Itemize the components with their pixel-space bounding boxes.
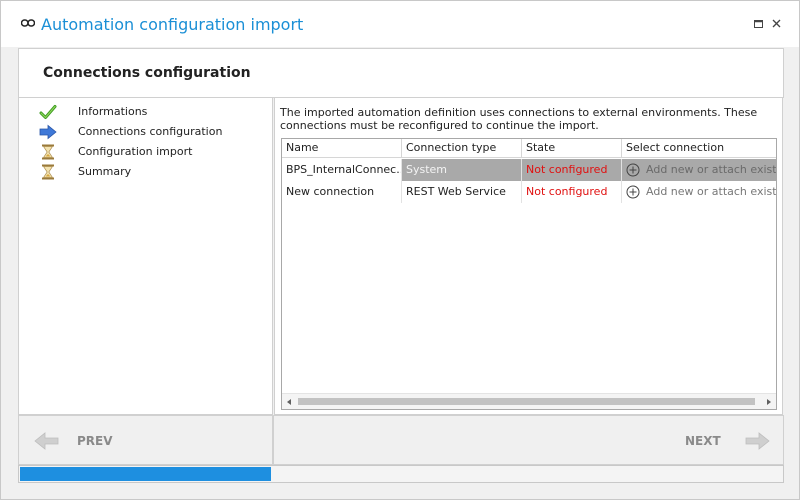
right-arrow-icon	[745, 432, 770, 450]
table-row[interactable]: New connection REST Web Service Not conf…	[282, 181, 776, 203]
prev-button[interactable]: PREV	[33, 430, 123, 452]
prev-label: PREV	[77, 434, 113, 448]
step-item-informations: Informations	[19, 102, 269, 122]
column-header-state[interactable]: State	[522, 139, 622, 158]
connections-grid: Name Connection type State Select connec…	[281, 138, 777, 410]
step-header: Connections configuration	[18, 48, 784, 98]
step-title: Connections configuration	[43, 65, 251, 81]
table-row[interactable]: BPS_InternalConnec... System Not configu…	[282, 159, 776, 181]
hourglass-icon	[42, 164, 54, 180]
cell-name[interactable]: New connection	[282, 181, 402, 203]
step-label: Summary	[78, 165, 132, 178]
step-item-connections-configuration: Connections configuration	[19, 122, 269, 142]
description-text: The imported automation definition uses …	[280, 106, 758, 132]
content-panel: The imported automation definition uses …	[274, 97, 783, 415]
cell-state: Not configured	[522, 159, 622, 181]
step-item-configuration-import: Configuration import	[19, 142, 269, 162]
horizontal-scrollbar[interactable]	[282, 393, 776, 409]
cell-state: Not configured	[522, 181, 622, 203]
checkmark-icon	[39, 105, 57, 119]
import-wizard-window: Automation configuration import Connecti…	[0, 0, 800, 500]
app-link-icon	[21, 19, 35, 27]
next-label: NEXT	[685, 434, 721, 448]
plus-circle-icon	[626, 185, 640, 199]
progress-bar-fill	[20, 467, 271, 481]
steps-list: Informations Connections configuration C…	[18, 97, 273, 415]
plus-circle-icon	[626, 163, 640, 177]
grid-header: Name Connection type State Select connec…	[282, 139, 776, 158]
close-icon[interactable]	[771, 18, 783, 30]
column-header-name[interactable]: Name	[282, 139, 402, 158]
step-label: Configuration import	[78, 145, 193, 158]
scroll-right-icon[interactable]	[767, 399, 771, 405]
add-connection-label: Add new or attach existing	[646, 163, 776, 176]
scroll-left-icon[interactable]	[287, 399, 291, 405]
next-button[interactable]: NEXT	[681, 430, 771, 452]
add-or-attach-connection-button[interactable]: Add new or attach existing	[622, 181, 776, 203]
cell-name[interactable]: BPS_InternalConnec...	[282, 159, 402, 181]
step-item-summary: Summary	[19, 162, 269, 182]
maximize-icon[interactable]	[753, 18, 765, 30]
window-title: Automation configuration import	[41, 15, 304, 34]
title-bar: Automation configuration import	[1, 1, 799, 47]
nav-right-panel: NEXT	[273, 415, 784, 465]
scrollbar-thumb[interactable]	[298, 398, 755, 405]
step-label: Connections configuration	[78, 125, 223, 138]
step-label: Informations	[78, 105, 148, 118]
cell-connection-type[interactable]: System	[402, 159, 522, 181]
cell-connection-type[interactable]: REST Web Service	[402, 181, 522, 203]
add-or-attach-connection-button[interactable]: Add new or attach existing	[622, 159, 776, 181]
nav-left-panel: PREV	[18, 415, 273, 465]
hourglass-icon	[42, 144, 54, 160]
add-connection-label: Add new or attach existing	[646, 185, 776, 198]
left-arrow-icon	[34, 432, 59, 450]
column-header-select-connection[interactable]: Select connection	[622, 139, 776, 158]
progress-bar	[18, 465, 784, 483]
right-arrow-icon	[39, 124, 57, 140]
column-header-connection-type[interactable]: Connection type	[402, 139, 522, 158]
